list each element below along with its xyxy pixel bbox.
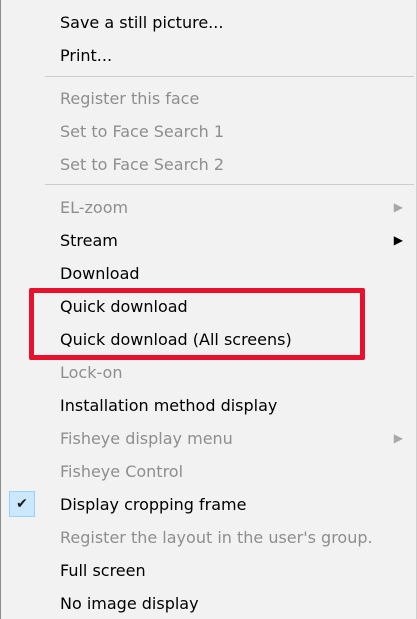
menu-item-download[interactable]: Download bbox=[1, 257, 416, 290]
menu-item-el-zoom[interactable]: EL-zoom ▶ bbox=[1, 191, 416, 224]
menu-item-full-screen[interactable]: Full screen bbox=[1, 554, 416, 587]
menu-separator bbox=[45, 184, 414, 185]
checkmark-icon: ✔ bbox=[9, 491, 35, 517]
menu-item-label: Fisheye Control bbox=[60, 462, 184, 481]
menu-item-set-face-search-1[interactable]: Set to Face Search 1 bbox=[1, 115, 416, 148]
menu-item-label: Print... bbox=[60, 46, 113, 65]
menu-item-label: Register the layout in the user's group. bbox=[60, 528, 373, 547]
menu-item-label: Full screen bbox=[60, 561, 146, 580]
menu-item-no-image-display[interactable]: No image display bbox=[1, 587, 416, 619]
menu-separator bbox=[45, 76, 414, 77]
menu-item-print[interactable]: Print... bbox=[1, 39, 416, 72]
menu-item-label: Installation method display bbox=[60, 396, 278, 415]
menu-item-label: Register this face bbox=[60, 89, 200, 108]
menu-item-display-cropping-frame[interactable]: ✔ Display cropping frame bbox=[1, 488, 416, 521]
menu-item-set-face-search-2[interactable]: Set to Face Search 2 bbox=[1, 148, 416, 181]
menu-item-label: Save a still picture... bbox=[60, 13, 224, 32]
highlight-box bbox=[29, 288, 365, 360]
submenu-arrow-icon: ▶ bbox=[393, 200, 403, 214]
menu-item-label: Lock-on bbox=[60, 363, 123, 382]
context-menu: Save a still picture... Print... Registe… bbox=[0, 0, 417, 619]
menu-item-lock-on[interactable]: Lock-on bbox=[1, 356, 416, 389]
menu-item-label: Stream bbox=[60, 231, 118, 250]
submenu-arrow-icon: ▶ bbox=[393, 431, 403, 445]
menu-item-label: Display cropping frame bbox=[60, 495, 247, 514]
menu-item-label: EL-zoom bbox=[60, 198, 129, 217]
menu-item-label: Set to Face Search 2 bbox=[60, 155, 225, 174]
menu-item-label: Fisheye display menu bbox=[60, 429, 233, 448]
menu-item-register-layout-user-group[interactable]: Register the layout in the user's group. bbox=[1, 521, 416, 554]
menu-item-save-still-picture[interactable]: Save a still picture... bbox=[1, 6, 416, 39]
menu-item-installation-method-display[interactable]: Installation method display bbox=[1, 389, 416, 422]
menu-item-label: Download bbox=[60, 264, 140, 283]
menu-item-fisheye-display-menu[interactable]: Fisheye display menu ▶ bbox=[1, 422, 416, 455]
menu-item-register-this-face[interactable]: Register this face bbox=[1, 82, 416, 115]
menu-item-stream[interactable]: Stream ▶ bbox=[1, 224, 416, 257]
submenu-arrow-icon: ▶ bbox=[393, 233, 403, 247]
menu-item-fisheye-control[interactable]: Fisheye Control bbox=[1, 455, 416, 488]
menu-item-label: No image display bbox=[60, 594, 199, 613]
menu-item-label: Set to Face Search 1 bbox=[60, 122, 225, 141]
